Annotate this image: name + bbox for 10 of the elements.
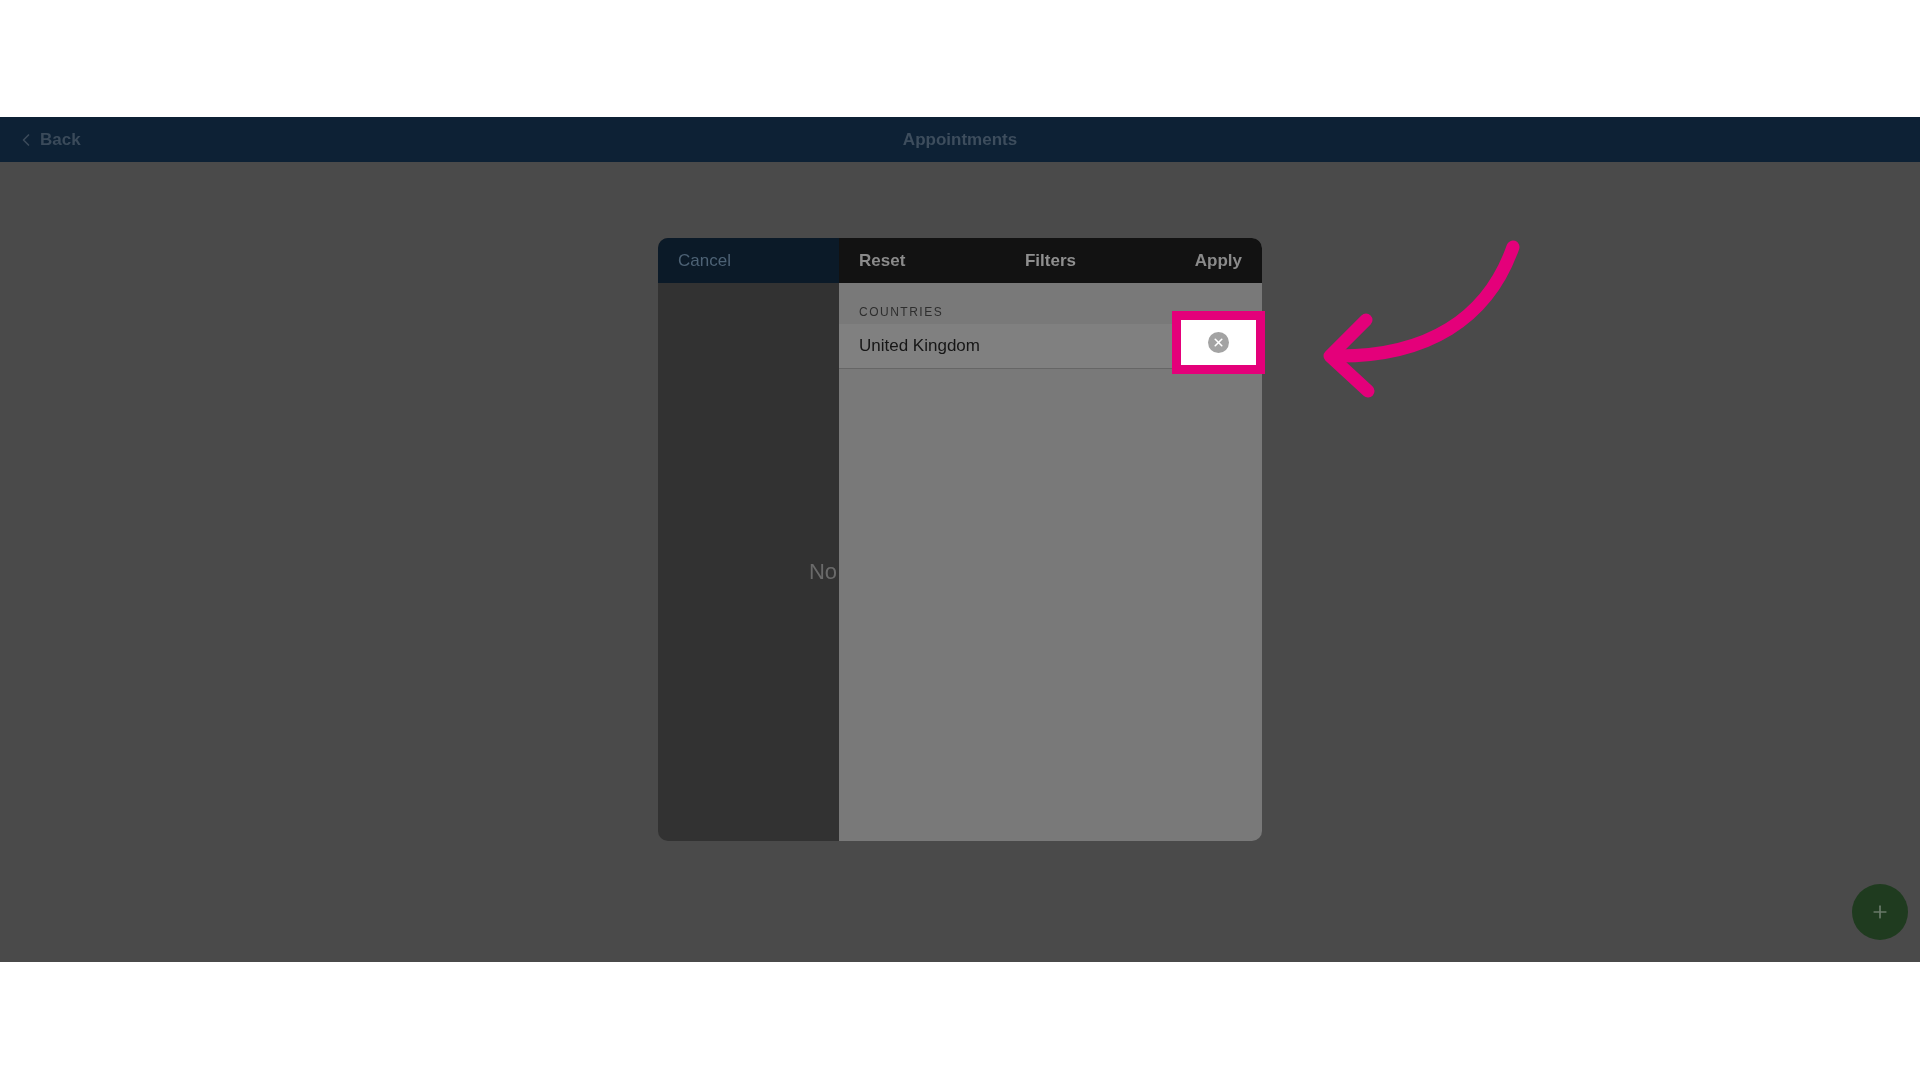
- reset-button[interactable]: Reset: [859, 247, 906, 274]
- cancel-button[interactable]: Cancel: [678, 247, 731, 274]
- clear-button[interactable]: [1208, 332, 1229, 353]
- dialog-title: Filters: [1025, 249, 1076, 272]
- add-button[interactable]: [1852, 884, 1908, 940]
- section-heading: COUNTRIES: [858, 304, 945, 321]
- country-label: United Kingdom: [859, 335, 980, 358]
- close-icon: [1212, 336, 1225, 349]
- apply-button[interactable]: Apply: [1194, 247, 1242, 274]
- empty-message: No: [808, 561, 837, 583]
